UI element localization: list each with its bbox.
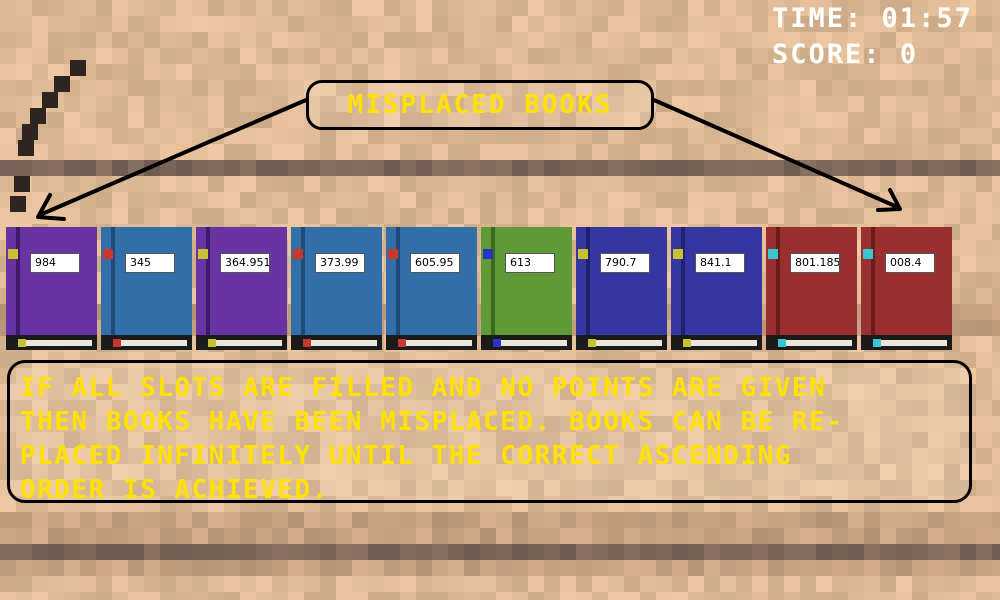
bookmark-ribbon: [483, 249, 493, 259]
book-spine: [681, 227, 685, 335]
callout-text: MISPLACED BOOKS: [347, 90, 613, 120]
score-label: SCORE:: [772, 39, 882, 70]
book-slot-1[interactable]: 984: [6, 227, 97, 350]
book-spine: [396, 227, 400, 335]
book-call-number: 790.7: [600, 253, 650, 273]
bookmark-ribbon: [863, 249, 873, 259]
left-arrow: [36, 98, 308, 221]
book-call-number: 345: [125, 253, 175, 273]
book-call-number: 801.185: [790, 253, 840, 273]
book-slot-6[interactable]: 613: [481, 227, 572, 350]
instructions-line: THEN BOOKS HAVE BEEN MISPLACED. BOOKS CA…: [20, 407, 844, 437]
page-marker: [493, 339, 501, 347]
bookmark-ribbon: [293, 249, 303, 259]
book-slot-4[interactable]: 373.99: [291, 227, 382, 350]
book-call-number: 605.95: [410, 253, 460, 273]
page-marker: [683, 339, 691, 347]
page-marker: [18, 339, 26, 347]
book-slot-7[interactable]: 790.7: [576, 227, 667, 350]
bookmark-ribbon: [103, 249, 113, 259]
book-spine: [776, 227, 780, 335]
book-spine: [491, 227, 495, 335]
book-slot-8[interactable]: 841.1: [671, 227, 762, 350]
bookmark-ribbon: [388, 249, 398, 259]
book-spine: [871, 227, 875, 335]
book-call-number: 373.99: [315, 253, 365, 273]
instructions-line: IF ALL SLOTS ARE FILLED AND NO POINTS AR…: [20, 373, 827, 403]
timer-display: TIME: 01:57: [772, 3, 973, 34]
book-spine: [111, 227, 115, 335]
book-call-number: 008.4: [885, 253, 935, 273]
score-display: SCORE: 0: [772, 39, 918, 70]
bookmark-ribbon: [198, 249, 208, 259]
instructions-line: PLACED INFINITELY UNTIL THE CORRECT ASCE…: [20, 441, 792, 471]
bookmark-ribbon: [578, 249, 588, 259]
misplaced-books-callout: MISPLACED BOOKS: [306, 80, 654, 130]
timer-label: TIME:: [772, 3, 864, 34]
book-spine: [301, 227, 305, 335]
book-shelf-row: 984 345 364.951 373.99 605.95 613 790.7 …: [6, 227, 956, 350]
page-marker: [398, 339, 406, 347]
bookmark-ribbon: [768, 249, 778, 259]
book-call-number: 984: [30, 253, 80, 273]
book-spine: [16, 227, 20, 335]
bookmark-ribbon: [673, 249, 683, 259]
book-slot-10[interactable]: 008.4: [861, 227, 952, 350]
score-value: 0: [899, 39, 919, 70]
book-call-number: 613: [505, 253, 555, 273]
page-marker: [588, 339, 596, 347]
book-slot-3[interactable]: 364.951: [196, 227, 287, 350]
right-arrow: [652, 98, 902, 212]
book-call-number: 841.1: [695, 253, 745, 273]
page-marker: [873, 339, 881, 347]
book-spine: [586, 227, 590, 335]
instructions-panel: IF ALL SLOTS ARE FILLED AND NO POINTS AR…: [7, 360, 972, 505]
book-slot-9[interactable]: 801.185: [766, 227, 857, 350]
page-marker: [778, 339, 786, 347]
page-marker: [303, 339, 311, 347]
page-marker: [113, 339, 121, 347]
book-slot-2[interactable]: 345: [101, 227, 192, 350]
bookmark-ribbon: [8, 249, 18, 259]
timer-value: 01:57: [881, 3, 973, 34]
book-call-number: 364.951: [220, 253, 270, 273]
page-marker: [208, 339, 216, 347]
book-spine: [206, 227, 210, 335]
book-slot-5[interactable]: 605.95: [386, 227, 477, 350]
instructions-line: ORDER IS ACHIEVED.: [20, 475, 329, 505]
